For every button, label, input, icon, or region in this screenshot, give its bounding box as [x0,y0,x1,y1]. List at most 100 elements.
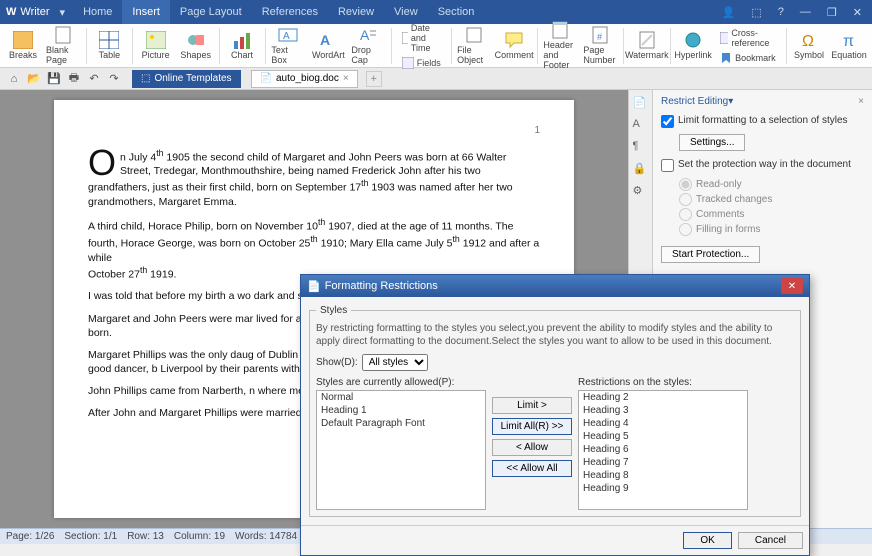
status-column: Column: 19 [174,531,225,542]
new-tab-button[interactable]: + [366,71,382,87]
breaks-button[interactable]: Breaks [6,31,40,60]
list-item[interactable]: Heading 1 [317,404,485,417]
pane-close-icon[interactable]: × [858,96,864,107]
chart-button[interactable]: Chart [225,31,259,60]
hyperlink-button[interactable]: Hyperlink [676,31,710,60]
svg-text:A: A [283,31,290,42]
settings-icon[interactable]: ⚙ [633,184,649,200]
minimize-icon[interactable]: — [796,6,815,19]
app-name: Writer [20,6,49,18]
list-item[interactable]: Normal [317,391,485,404]
list-item[interactable]: Heading 9 [579,482,747,495]
app-dropdown-icon[interactable]: ▾ [60,6,66,19]
settings-button[interactable]: Settings... [679,134,745,151]
dropcap-button[interactable]: ADrop Cap [351,26,385,65]
document-tab[interactable]: 📄 auto_biog.doc × [251,70,358,88]
window-controls: 👤 ⬚ ? — ❐ ✕ [718,6,866,19]
start-protection-button[interactable]: Start Protection... [661,246,760,263]
show-select[interactable]: All styles [362,354,428,371]
list-item[interactable]: Heading 4 [579,417,747,430]
protect-checkbox-input[interactable] [661,159,674,172]
limit-button[interactable]: Limit > [492,397,572,414]
radio-tracked: Tracked changes [679,193,864,206]
table-button[interactable]: Table [92,31,126,60]
blank-page-button[interactable]: Blank Page [46,26,80,65]
tab-insert[interactable]: Insert [122,0,170,24]
pane-dropdown-icon[interactable]: ▾ [728,96,733,107]
allow-button[interactable]: < Allow [492,439,572,456]
tab-view[interactable]: View [384,0,428,24]
svg-text:A: A [320,32,330,48]
wordart-button[interactable]: AWordArt [311,31,345,60]
doc-close-icon[interactable]: × [343,73,349,84]
online-templates-tab[interactable]: ⬚ Online Templates [132,70,241,88]
protection-checkbox[interactable]: Set the protection way in the document [661,159,864,172]
templates-label: Online Templates [154,73,231,84]
restrict-icon[interactable]: 🔒 [633,162,649,178]
ok-button[interactable]: OK [683,532,731,549]
status-row: Row: 13 [127,531,164,542]
equation-button[interactable]: πEquation [832,31,866,60]
limit-all-button[interactable]: Limit All(R) >> [492,418,572,435]
cancel-button[interactable]: Cancel [738,532,803,549]
tab-references[interactable]: References [252,0,328,24]
undo-icon[interactable]: ↶ [86,71,102,87]
status-page[interactable]: Page: 1/26 [6,531,54,542]
tab-page-layout[interactable]: Page Layout [170,0,252,24]
dialog-close-icon[interactable]: ✕ [781,278,803,294]
list-item[interactable]: Default Paragraph Font [317,417,485,430]
header-footer-button[interactable]: Header and Footer [543,21,577,70]
tab-section[interactable]: Section [428,0,485,24]
status-words[interactable]: Words: 14784 [235,531,297,542]
watermark-button[interactable]: Watermark [630,31,664,60]
properties-icon[interactable]: 📄 [633,96,649,112]
list-item[interactable]: Heading 5 [579,430,747,443]
font-icon[interactable]: A [633,118,649,134]
title-bar: W Writer ▾ Home Insert Page Layout Refer… [0,0,872,24]
home-icon[interactable]: ⌂ [6,71,22,87]
skin-icon[interactable]: ⬚ [747,6,765,19]
help-icon[interactable]: ? [774,6,788,19]
allow-all-button[interactable]: << Allow All [492,460,572,477]
allowed-label: Styles are currently allowed(P): [316,377,486,388]
app-logo: W [6,6,16,18]
comment-button[interactable]: Comment [497,31,531,60]
list-item[interactable]: Heading 6 [579,443,747,456]
bookmark-button[interactable]: Bookmark [716,51,780,65]
list-item[interactable]: Heading 8 [579,469,747,482]
limit-checkbox-input[interactable] [661,115,674,128]
limit-formatting-checkbox[interactable]: Limit formatting to a selection of style… [661,115,864,128]
quick-access-toolbar: ⌂ 📂 💾 🖶 ↶ ↷ ⬚ Online Templates 📄 auto_bi… [0,68,872,90]
textbox-button[interactable]: AText Box [271,26,305,65]
cross-reference-button[interactable]: Cross-reference [716,27,780,49]
dialog-title-bar[interactable]: 📄 Formatting Restrictions ✕ [301,275,809,297]
save-icon[interactable]: 💾 [46,71,62,87]
svg-text:#: # [597,32,602,42]
paragraph-icon[interactable]: ¶ [633,140,649,156]
list-item[interactable]: Heading 2 [579,391,747,404]
restricted-label: Restrictions on the styles: [578,377,748,388]
radio-comments: Comments [679,208,864,221]
pane-title: Restrict Editing [661,96,728,107]
restricted-listbox[interactable]: Heading 2 Heading 3 Heading 4 Heading 5 … [578,390,748,510]
list-item[interactable]: Heading 3 [579,404,747,417]
date-time-button[interactable]: Date and Time [398,22,445,54]
tab-review[interactable]: Review [328,0,384,24]
file-object-button[interactable]: File Object [457,26,491,65]
close-window-icon[interactable]: ✕ [849,6,866,19]
list-item[interactable]: Heading 7 [579,456,747,469]
restore-icon[interactable]: ❐ [823,6,841,19]
picture-button[interactable]: Picture [139,31,173,60]
print-icon[interactable]: 🖶 [66,71,82,87]
symbol-button[interactable]: ΩSymbol [792,31,826,60]
fields-button[interactable]: Fields [398,56,445,70]
redo-icon[interactable]: ↷ [106,71,122,87]
tab-home[interactable]: Home [73,0,122,24]
page-number-button[interactable]: #Page Number [583,26,617,65]
svg-text:Ω: Ω [802,33,814,49]
shapes-button[interactable]: Shapes [179,31,213,60]
allowed-listbox[interactable]: Normal Heading 1 Default Paragraph Font [316,390,486,510]
page-number: 1 [88,124,540,138]
open-icon[interactable]: 📂 [26,71,42,87]
user-icon[interactable]: 👤 [718,6,740,19]
